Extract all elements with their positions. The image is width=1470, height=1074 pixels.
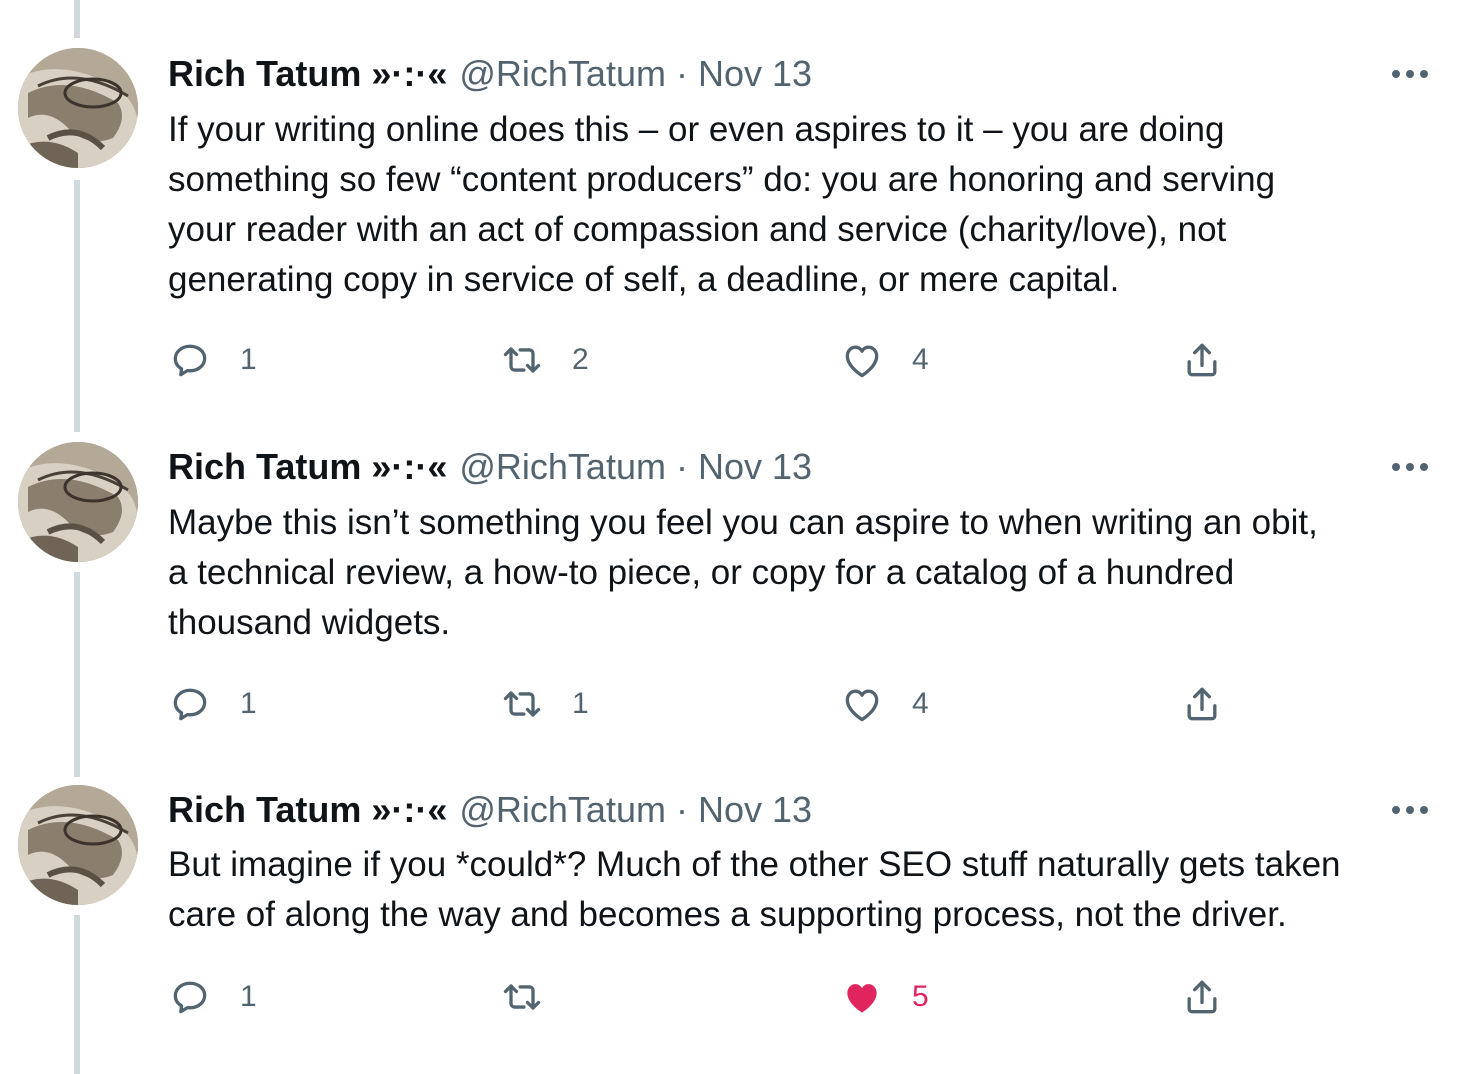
reply-button[interactable]: 1 (168, 975, 257, 1019)
like-button[interactable]: 5 (840, 975, 929, 1019)
more-icon[interactable] (1390, 800, 1430, 820)
share-button[interactable] (1180, 975, 1224, 1019)
share-icon (1180, 975, 1224, 1019)
tweet[interactable]: Rich Tatum »·:·« @RichTatum · Nov 13 But… (0, 0, 1470, 1060)
reply-count: 1 (240, 980, 257, 1013)
like-count: 5 (912, 980, 929, 1013)
tweet-header: Rich Tatum »·:·« @RichTatum · Nov 13 (168, 788, 812, 832)
avatar-image (18, 785, 138, 905)
tweet-text: But imagine if you *could*? Much of the … (168, 845, 1341, 934)
tweet-actions: 1 5 (168, 975, 1268, 1019)
avatar[interactable] (18, 785, 138, 905)
retweet-icon (500, 975, 544, 1019)
reply-icon (168, 975, 212, 1019)
retweet-button[interactable] (500, 975, 572, 1019)
author-name[interactable]: Rich Tatum »·:·« (168, 789, 447, 831)
author-handle[interactable]: @RichTatum (459, 789, 666, 831)
separator: · (675, 789, 688, 830)
like-icon (840, 975, 884, 1019)
tweet-date[interactable]: Nov 13 (698, 789, 812, 831)
